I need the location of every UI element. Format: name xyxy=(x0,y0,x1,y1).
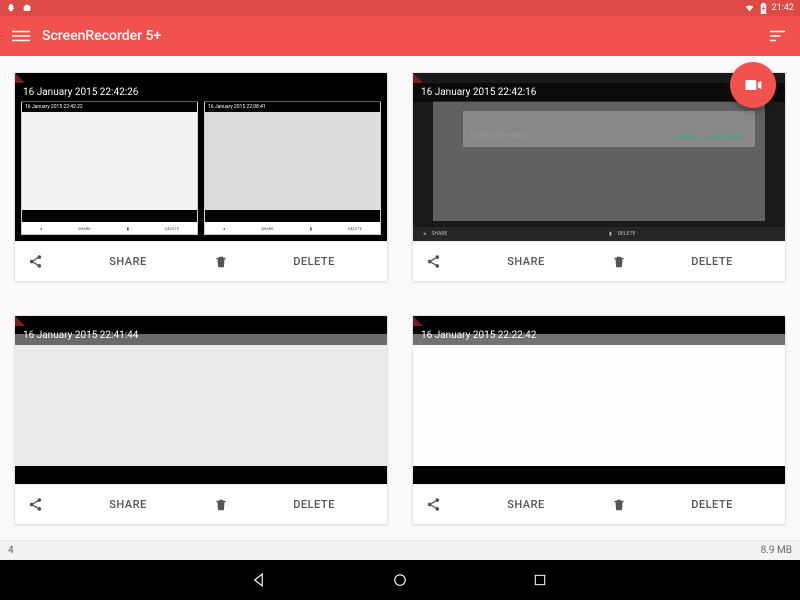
share-label: SHARE xyxy=(453,255,599,268)
record-fab[interactable] xyxy=(730,62,776,108)
timestamp-text: 16 January 2015 22:41:44 xyxy=(23,330,138,341)
recording-count: 4 xyxy=(8,545,14,556)
back-button[interactable] xyxy=(250,570,270,590)
trash-icon xyxy=(612,498,626,512)
recording-thumbnail: 16 January 2015 22:42:16 ScreenRecorder … xyxy=(413,73,785,241)
app-bar: ScreenRecorder 5+ xyxy=(0,16,800,56)
nested-thumbnail: 16 January 2015 22:08:41 ◂SHARE▮DELETE xyxy=(204,101,381,235)
share-icon xyxy=(28,497,43,512)
video-camera-icon xyxy=(743,75,763,95)
share-label: SHARE xyxy=(453,498,599,511)
recording-card[interactable]: 16 January 2015 22:22:42 SHARE DELETE xyxy=(412,315,786,525)
share-icon xyxy=(28,254,43,269)
recording-card[interactable]: 16 January 2015 22:41:44 SHARE DELETE xyxy=(14,315,388,525)
briefcase-icon xyxy=(22,3,32,13)
share-button[interactable]: SHARE xyxy=(15,497,201,512)
share-icon xyxy=(426,254,441,269)
trash-icon xyxy=(214,498,228,512)
sort-button[interactable] xyxy=(768,25,790,47)
share-button[interactable]: SHARE xyxy=(413,254,599,269)
recents-button[interactable] xyxy=(530,570,550,590)
share-icon xyxy=(426,497,441,512)
android-debug-icon xyxy=(6,3,16,13)
recording-thumbnail: 16 January 2015 22:41:44 xyxy=(15,316,387,484)
timestamp-text: 16 January 2015 22:42:26 xyxy=(23,87,138,98)
timestamp-text: 16 January 2015 22:42:16 xyxy=(421,87,536,98)
trash-icon xyxy=(214,255,228,269)
trash-icon xyxy=(612,255,626,269)
recording-card[interactable]: 16 January 2015 22:42:16 ScreenRecorder … xyxy=(412,72,786,282)
share-label: SHARE xyxy=(55,255,201,268)
delete-label: DELETE xyxy=(639,498,785,511)
recording-thumbnail: 16 January 2015 22:22:42 xyxy=(413,316,785,484)
hamburger-menu-button[interactable] xyxy=(10,25,32,47)
share-button[interactable]: SHARE xyxy=(413,497,599,512)
recordings-grid: 16 January 2015 22:42:26 16 January 2015… xyxy=(0,56,800,540)
delete-label: DELETE xyxy=(639,255,785,268)
recording-thumbnail: 16 January 2015 22:42:26 16 January 2015… xyxy=(15,73,387,241)
home-button[interactable] xyxy=(390,570,410,590)
timestamp-bar: 16 January 2015 22:42:26 xyxy=(15,83,387,102)
recording-card[interactable]: 16 January 2015 22:42:26 16 January 2015… xyxy=(14,72,388,282)
bottom-status-bar: 4 8.9 MB xyxy=(0,540,800,560)
timestamp-bar: 16 January 2015 22:41:44 xyxy=(15,326,387,345)
delete-button[interactable]: DELETE xyxy=(599,255,785,269)
battery-charging-icon xyxy=(760,3,767,14)
delete-label: DELETE xyxy=(241,498,387,511)
delete-label: DELETE xyxy=(241,255,387,268)
share-button[interactable]: SHARE xyxy=(15,254,201,269)
nested-thumbnail: 16 January 2015 22:42:22 ◂SHARE▮DELETE xyxy=(21,101,198,235)
android-status-bar: 21:42 xyxy=(0,0,800,16)
android-nav-bar xyxy=(0,560,800,600)
share-label: SHARE xyxy=(55,498,201,511)
delete-button[interactable]: DELETE xyxy=(201,255,387,269)
timestamp-text: 16 January 2015 22:22:42 xyxy=(421,330,536,341)
timestamp-bar: 16 January 2015 22:22:42 xyxy=(413,326,785,345)
status-time: 21:42 xyxy=(772,3,794,13)
wifi-icon xyxy=(744,3,755,13)
app-title: ScreenRecorder 5+ xyxy=(42,28,161,44)
delete-button[interactable]: DELETE xyxy=(201,498,387,512)
total-size: 8.9 MB xyxy=(761,545,792,556)
delete-button[interactable]: DELETE xyxy=(599,498,785,512)
